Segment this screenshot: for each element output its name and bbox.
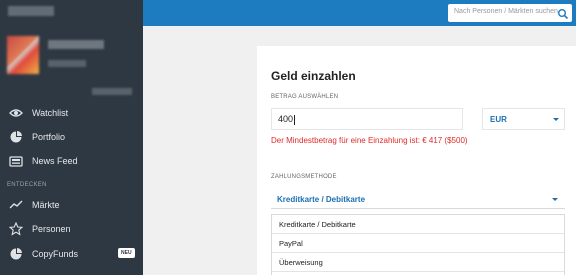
sidebar-item-copyfunds[interactable]: CopyFunds NEU xyxy=(0,243,143,265)
balance-blurred xyxy=(92,88,132,95)
amount-label: BETRAG AUSWÄHLEN xyxy=(271,94,339,100)
eye-icon xyxy=(9,106,23,120)
trend-line-icon xyxy=(9,198,23,212)
chevron-down-icon xyxy=(552,198,558,201)
amount-value: 400 xyxy=(278,114,296,125)
section-label-discover: ENTDECKEN xyxy=(7,182,47,188)
chevron-down-icon xyxy=(553,118,559,121)
sidebar-item-label: News Feed xyxy=(32,156,78,166)
error-message: Der Mindestbetrag für eine Einzahlung is… xyxy=(271,136,468,145)
username-blurred xyxy=(48,40,104,49)
sidebar-item-news-feed[interactable]: News Feed xyxy=(0,150,143,172)
sidebar-item-portfolio[interactable]: Portfolio xyxy=(0,126,143,148)
search-input[interactable]: Nach Personen / Märkten suchen xyxy=(448,4,572,22)
search-icon[interactable] xyxy=(557,7,569,20)
star-icon xyxy=(9,222,23,236)
payment-method-select[interactable]: Kreditkarte / Debitkarte xyxy=(271,189,565,209)
dropdown-option[interactable]: Kreditkarte / Debitkarte xyxy=(272,215,564,234)
page-title: Geld einzahlen xyxy=(271,69,356,83)
option-label: Überweisung xyxy=(279,258,323,267)
sidebar-item-label: Märkte xyxy=(32,200,60,210)
option-label: Kreditkarte / Debitkarte xyxy=(279,220,356,229)
amount-input[interactable]: 400 xyxy=(271,108,463,130)
payment-method-label: ZAHLUNGSMETHODE xyxy=(271,174,337,180)
avatar[interactable] xyxy=(7,36,39,74)
sidebar-item-watchlist[interactable]: Watchlist xyxy=(0,102,143,124)
sidebar-item-people[interactable]: Personen xyxy=(0,218,143,240)
dropdown-option[interactable]: Überweisung xyxy=(272,253,564,272)
sidebar: Watchlist Portfolio News Feed ENTDECKEN … xyxy=(0,0,143,275)
search-placeholder: Nach Personen / Märkten suchen xyxy=(454,8,558,15)
option-label: PayPal xyxy=(279,239,303,248)
new-badge: NEU xyxy=(118,248,135,258)
sidebar-item-markets[interactable]: Märkte xyxy=(0,194,143,216)
sidebar-item-label: CopyFunds xyxy=(32,249,79,259)
text-caret xyxy=(294,114,296,125)
amount-value-text: 400 xyxy=(278,114,294,124)
pie-chart-icon xyxy=(9,130,23,144)
sidebar-item-label: Portfolio xyxy=(32,132,66,142)
currency-select[interactable]: EUR xyxy=(482,108,565,130)
currency-value: EUR xyxy=(490,115,507,124)
brand-logo-blurred xyxy=(8,6,54,16)
user-subtitle-blurred xyxy=(48,60,86,67)
deposit-panel: Geld einzahlen BETRAG AUSWÄHLEN 400 EUR … xyxy=(257,46,576,275)
payment-method-value: Kreditkarte / Debitkarte xyxy=(277,195,366,204)
payment-method-dropdown: Kreditkarte / Debitkarte PayPal Überweis… xyxy=(271,214,565,275)
sidebar-item-label: Personen xyxy=(32,224,71,234)
pie-chart-icon xyxy=(9,247,23,261)
sidebar-item-label: Watchlist xyxy=(32,108,69,118)
dropdown-option[interactable]: PayPal xyxy=(272,234,564,253)
news-feed-icon xyxy=(9,154,23,168)
